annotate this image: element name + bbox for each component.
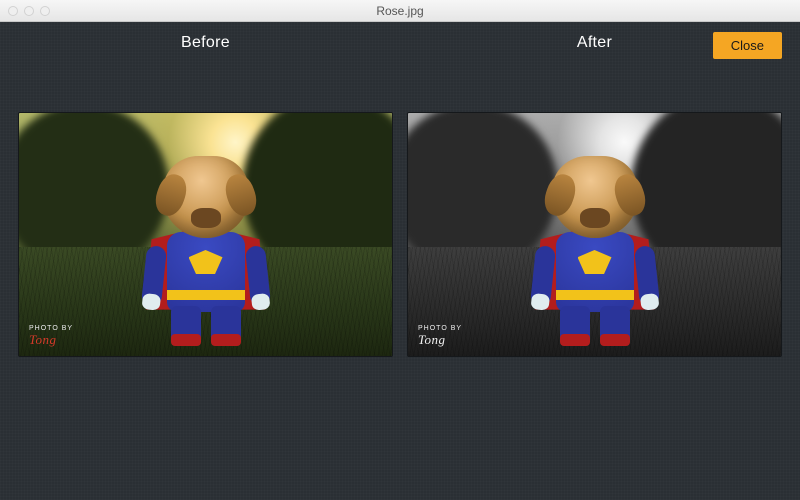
watermark: PHOTO BY Tong: [418, 325, 462, 348]
subject-dog-costume: [525, 156, 665, 346]
before-image: PHOTO BY Tong: [19, 113, 392, 356]
after-image-panel: PHOTO BY Tong: [407, 112, 782, 357]
after-label: After: [577, 34, 612, 52]
close-button[interactable]: Close: [713, 32, 782, 59]
before-image-panel: PHOTO BY Tong: [18, 112, 393, 357]
after-image: PHOTO BY Tong: [408, 113, 781, 356]
window-titlebar: Rose.jpg: [0, 0, 800, 22]
before-label: Before: [18, 34, 393, 52]
subject-dog-costume: [136, 156, 276, 346]
traffic-lights: [0, 6, 50, 16]
zoom-window-icon[interactable]: [40, 6, 50, 16]
close-window-icon[interactable]: [8, 6, 18, 16]
watermark: PHOTO BY Tong: [29, 325, 73, 348]
comparison-workspace: Before After Close PHOTO BY: [0, 22, 800, 500]
minimize-window-icon[interactable]: [24, 6, 34, 16]
window-title: Rose.jpg: [0, 4, 800, 18]
